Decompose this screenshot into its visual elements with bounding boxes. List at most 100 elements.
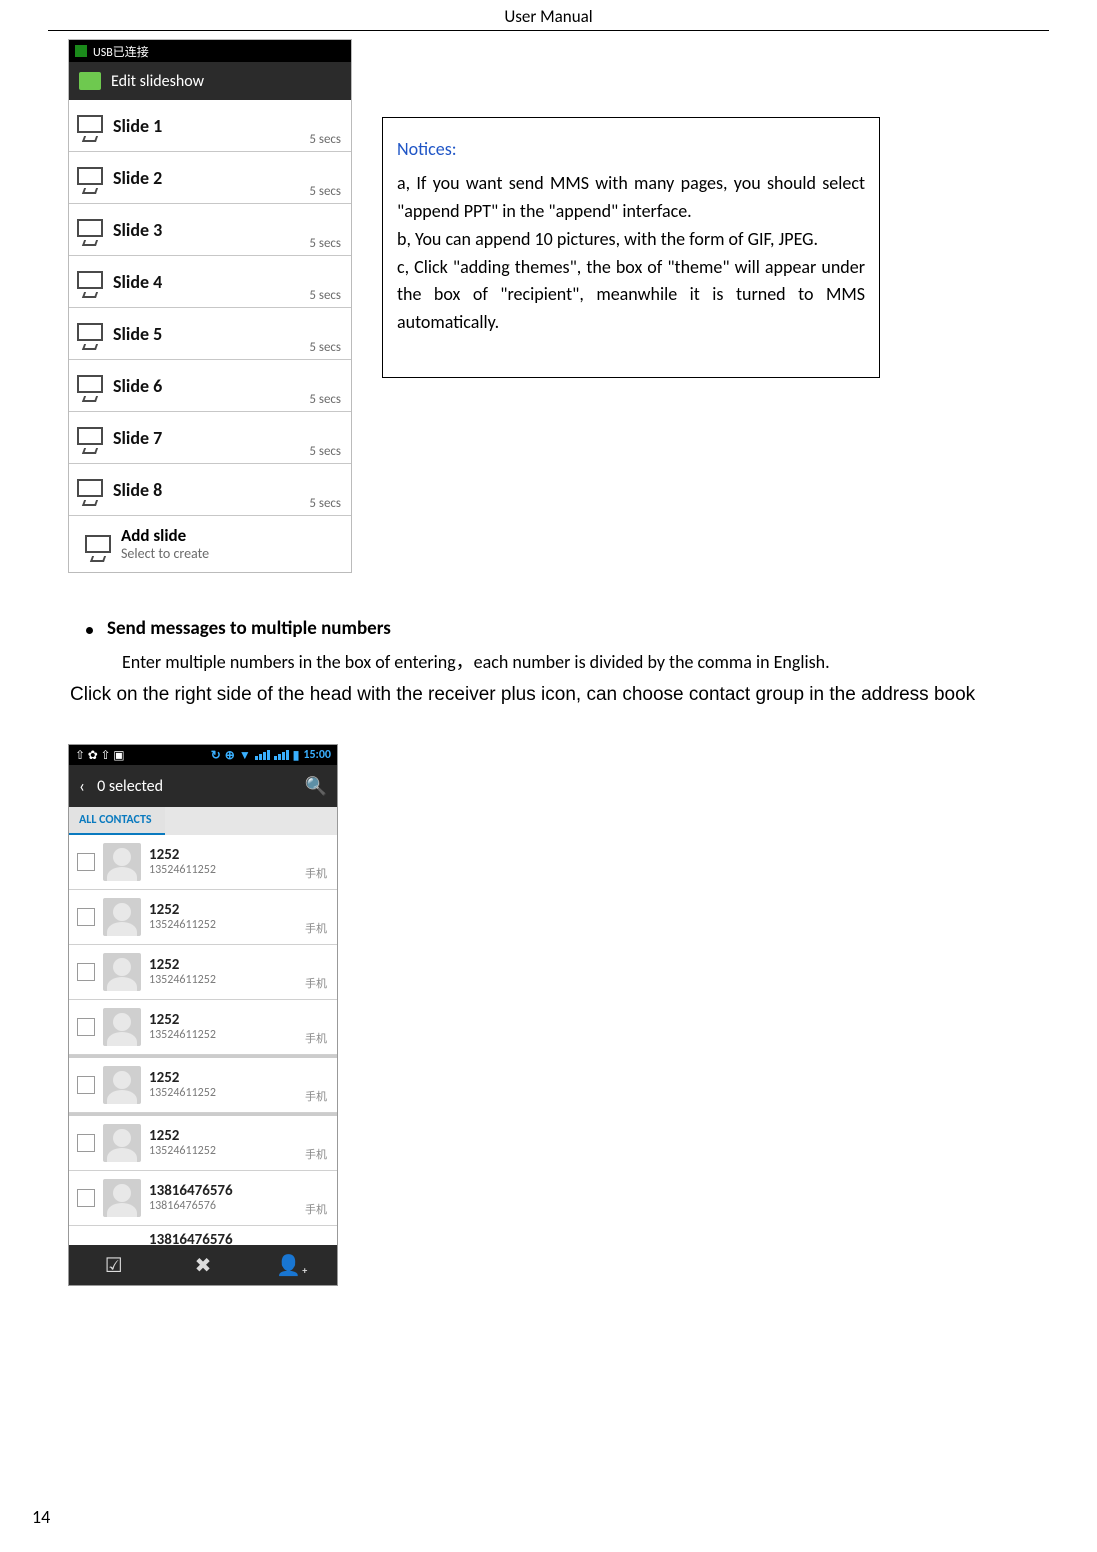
slide-title: Slide 4 — [113, 271, 162, 293]
contact-row[interactable]: 125213524611252手机 — [69, 1058, 337, 1113]
contact-name: 1252 — [149, 1012, 216, 1029]
bottom-toolbar: ☑ ✖ 👤₊ — [69, 1245, 337, 1285]
contact-row[interactable]: 13816476576 — [69, 1226, 337, 1245]
sync-icon: ↻ — [211, 748, 221, 763]
projector-icon — [85, 535, 111, 557]
projector-icon — [77, 427, 103, 449]
deselect-icon[interactable]: ✖ — [183, 1250, 223, 1280]
contact-name: 1252 — [149, 847, 216, 864]
notices-box: Notices: a, If you want send MMS with ma… — [382, 117, 880, 378]
slide-duration: 5 secs — [309, 444, 341, 459]
slide-list: Slide 15 secsSlide 25 secsSlide 35 secsS… — [69, 100, 351, 515]
checkbox[interactable] — [77, 1189, 95, 1207]
page-number: 14 — [32, 1506, 50, 1528]
checkbox[interactable] — [77, 963, 95, 981]
contact-number: 13524611252 — [149, 1029, 216, 1042]
projector-icon — [77, 323, 103, 345]
projector-icon — [77, 219, 103, 241]
usb-label: USB已连接 — [93, 43, 149, 60]
slide-row[interactable]: Slide 8 5 secs — [69, 463, 351, 515]
slide-duration: 5 secs — [309, 496, 341, 511]
header-rule — [48, 30, 1049, 31]
contact-row[interactable]: 125213524611252手机 — [69, 1000, 337, 1055]
slide-row[interactable]: Slide 3 5 secs — [69, 203, 351, 255]
bullet-title: Send messages to multiple numbers — [107, 617, 391, 640]
screenshot-contacts: ⇧ ✿ ⇧ ▣ ↻ ⊕ ▼ ▮ 15:00 ‹ 0 selected 🔍 ALL… — [68, 744, 338, 1286]
edit-title: Edit slideshow — [111, 72, 204, 91]
add-slide-title: Add slide — [121, 527, 209, 546]
contact-number: 13524611252 — [149, 1145, 216, 1158]
page-header: User Manual — [48, 0, 1049, 27]
contact-row[interactable]: 1381647657613816476576 手机 — [69, 1171, 337, 1226]
slide-row[interactable]: Slide 6 5 secs — [69, 359, 351, 411]
message-icon — [79, 72, 101, 90]
tab-all-contacts[interactable]: ALL CONTACTS — [69, 807, 165, 835]
signal-icon — [274, 750, 289, 760]
search-icon[interactable]: 🔍 — [305, 775, 327, 797]
checkbox[interactable] — [77, 908, 95, 926]
checkbox[interactable] — [77, 1076, 95, 1094]
clock-label: 15:00 — [303, 748, 331, 762]
avatar — [103, 953, 141, 991]
contact-number: 13524611252 — [149, 1087, 216, 1100]
avatar — [103, 1066, 141, 1104]
add-contact-icon[interactable]: 👤₊ — [272, 1250, 312, 1280]
slide-title: Slide 1 — [113, 115, 162, 137]
select-all-icon[interactable]: ☑ — [94, 1250, 134, 1280]
contact-list: 125213524611252手机125213524611252手机125213… — [69, 835, 337, 1245]
contact-number: 13524611252 — [149, 919, 216, 932]
avatar — [103, 1008, 141, 1046]
slide-duration: 5 secs — [309, 236, 341, 251]
contact-row[interactable]: 125213524611252手机 — [69, 890, 337, 945]
battery-icon: ▮ — [293, 748, 300, 763]
slide-duration: 5 secs — [309, 288, 341, 303]
slide-row[interactable]: Slide 4 5 secs — [69, 255, 351, 307]
bullet-icon — [86, 627, 93, 634]
slide-duration: 5 secs — [309, 392, 341, 407]
checkbox[interactable] — [77, 1018, 95, 1036]
contact-name: 1252 — [149, 902, 216, 919]
projector-icon — [77, 375, 103, 397]
avatar — [103, 898, 141, 936]
contact-name: 13816476576 — [149, 1232, 233, 1245]
slide-title: Slide 2 — [113, 167, 162, 189]
slide-title: Slide 5 — [113, 323, 162, 345]
notice-c: c, Click "adding themes", the box of "th… — [397, 254, 865, 338]
slide-row[interactable]: Slide 15 secs — [69, 100, 351, 151]
slide-row[interactable]: Slide 25 secs — [69, 151, 351, 203]
status-bar: USB已连接 — [69, 40, 351, 62]
add-slide-row[interactable]: Add slide Select to create — [69, 515, 351, 572]
notice-b: b, You can append 10 pictures, with the … — [397, 226, 865, 254]
section-line1: Enter multiple numbers in the box of ent… — [70, 648, 1049, 674]
projector-icon — [77, 115, 103, 137]
slide-row[interactable]: Slide 5 5 secs — [69, 307, 351, 359]
contact-row[interactable]: 125213524611252手机 — [69, 945, 337, 1000]
contact-row[interactable]: 125213524611252手机 — [69, 1116, 337, 1171]
screenshot-edit-slideshow: USB已连接 Edit slideshow Slide 15 secsSlide… — [68, 39, 352, 573]
contact-row[interactable]: 125213524611252手机 — [69, 835, 337, 890]
wifi-icon: ▼ — [239, 748, 251, 763]
projector-icon — [77, 167, 103, 189]
slide-duration: 5 secs — [309, 340, 341, 355]
selected-count: 0 selected — [97, 777, 163, 796]
back-icon[interactable]: ‹ — [79, 775, 85, 797]
signal-icon — [255, 750, 270, 760]
checkbox[interactable] — [77, 1134, 95, 1152]
phone-type: 手机 — [305, 1201, 327, 1217]
slide-title: Slide 3 — [113, 219, 162, 241]
avatar — [103, 1124, 141, 1162]
contact-number: 13816476576 — [149, 1200, 233, 1213]
projector-icon — [77, 271, 103, 293]
slide-title: Slide 6 — [113, 375, 162, 397]
checkbox[interactable] — [77, 853, 95, 871]
slide-row[interactable]: Slide 75 secs — [69, 411, 351, 463]
contact-name: 13816476576 — [149, 1183, 233, 1200]
contact-name: 1252 — [149, 1070, 216, 1087]
projector-icon — [77, 479, 103, 501]
phone-type: 手机 — [305, 975, 327, 991]
avatar — [103, 1179, 141, 1217]
selection-header: ‹ 0 selected 🔍 — [69, 765, 337, 807]
slide-title: Slide 8 — [113, 479, 162, 501]
phone-type: 手机 — [305, 865, 327, 881]
contact-number: 13524611252 — [149, 974, 216, 987]
